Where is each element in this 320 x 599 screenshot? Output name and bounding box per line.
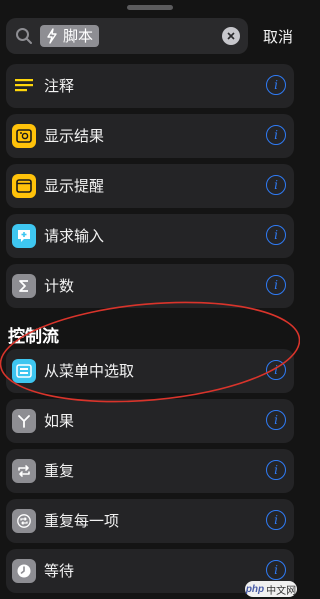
info-icon[interactable]: i [266, 275, 286, 295]
alert-window-icon [12, 174, 36, 198]
ask-input-icon [12, 224, 36, 248]
repeat-icon [12, 459, 36, 483]
repeat-each-icon [12, 509, 36, 533]
list-item-label: 注释 [44, 77, 75, 95]
quick-look-icon [12, 124, 36, 148]
list-item-label: 重复 [44, 462, 75, 480]
list-item-ask-input[interactable]: 请求输入 i [6, 214, 294, 258]
action-list: 注释 i 显示结果 i 显示提醒 i 请求输入 i 计数 i 控制流 从菜单中选… [0, 0, 300, 599]
list-item-label: 计数 [44, 277, 75, 295]
branch-icon [12, 409, 36, 433]
menu-icon [12, 359, 36, 383]
info-icon[interactable]: i [266, 410, 286, 430]
info-icon[interactable]: i [266, 510, 286, 530]
list-item-count[interactable]: 计数 i [6, 264, 294, 308]
section-title-control-flow: 控制流 [8, 327, 59, 347]
list-item-label: 从菜单中选取 [44, 362, 135, 380]
comment-lines-icon [12, 74, 36, 98]
list-item-show-alert[interactable]: 显示提醒 i [6, 164, 294, 208]
list-item-label: 请求输入 [44, 227, 105, 245]
list-item-repeat-with-each[interactable]: 重复每一项 i [6, 499, 294, 543]
watermark-text: 中文网 [266, 585, 297, 597]
info-icon[interactable]: i [266, 460, 286, 480]
list-item-label: 重复每一项 [44, 512, 120, 530]
list-item-show-result[interactable]: 显示结果 i [6, 114, 294, 158]
info-icon[interactable]: i [266, 560, 286, 580]
info-icon[interactable]: i [266, 360, 286, 380]
list-item-choose-from-menu[interactable]: 从菜单中选取 i [6, 349, 294, 393]
list-item-repeat[interactable]: 重复 i [6, 449, 294, 493]
info-icon[interactable]: i [266, 125, 286, 145]
list-item-comment[interactable]: 注释 i [6, 64, 294, 108]
list-item-label: 等待 [44, 562, 75, 580]
watermark-brand: php [245, 583, 265, 595]
list-item-label: 如果 [44, 412, 75, 430]
sigma-icon [12, 274, 36, 298]
info-icon[interactable]: i [266, 175, 286, 195]
info-icon[interactable]: i [266, 75, 286, 95]
info-icon[interactable]: i [266, 225, 286, 245]
list-item-label: 显示提醒 [44, 177, 105, 195]
clock-icon [12, 559, 36, 583]
watermark-logo: php 中文网 [245, 581, 297, 597]
list-item-label: 显示结果 [44, 127, 105, 145]
list-item-if[interactable]: 如果 i [6, 399, 294, 443]
